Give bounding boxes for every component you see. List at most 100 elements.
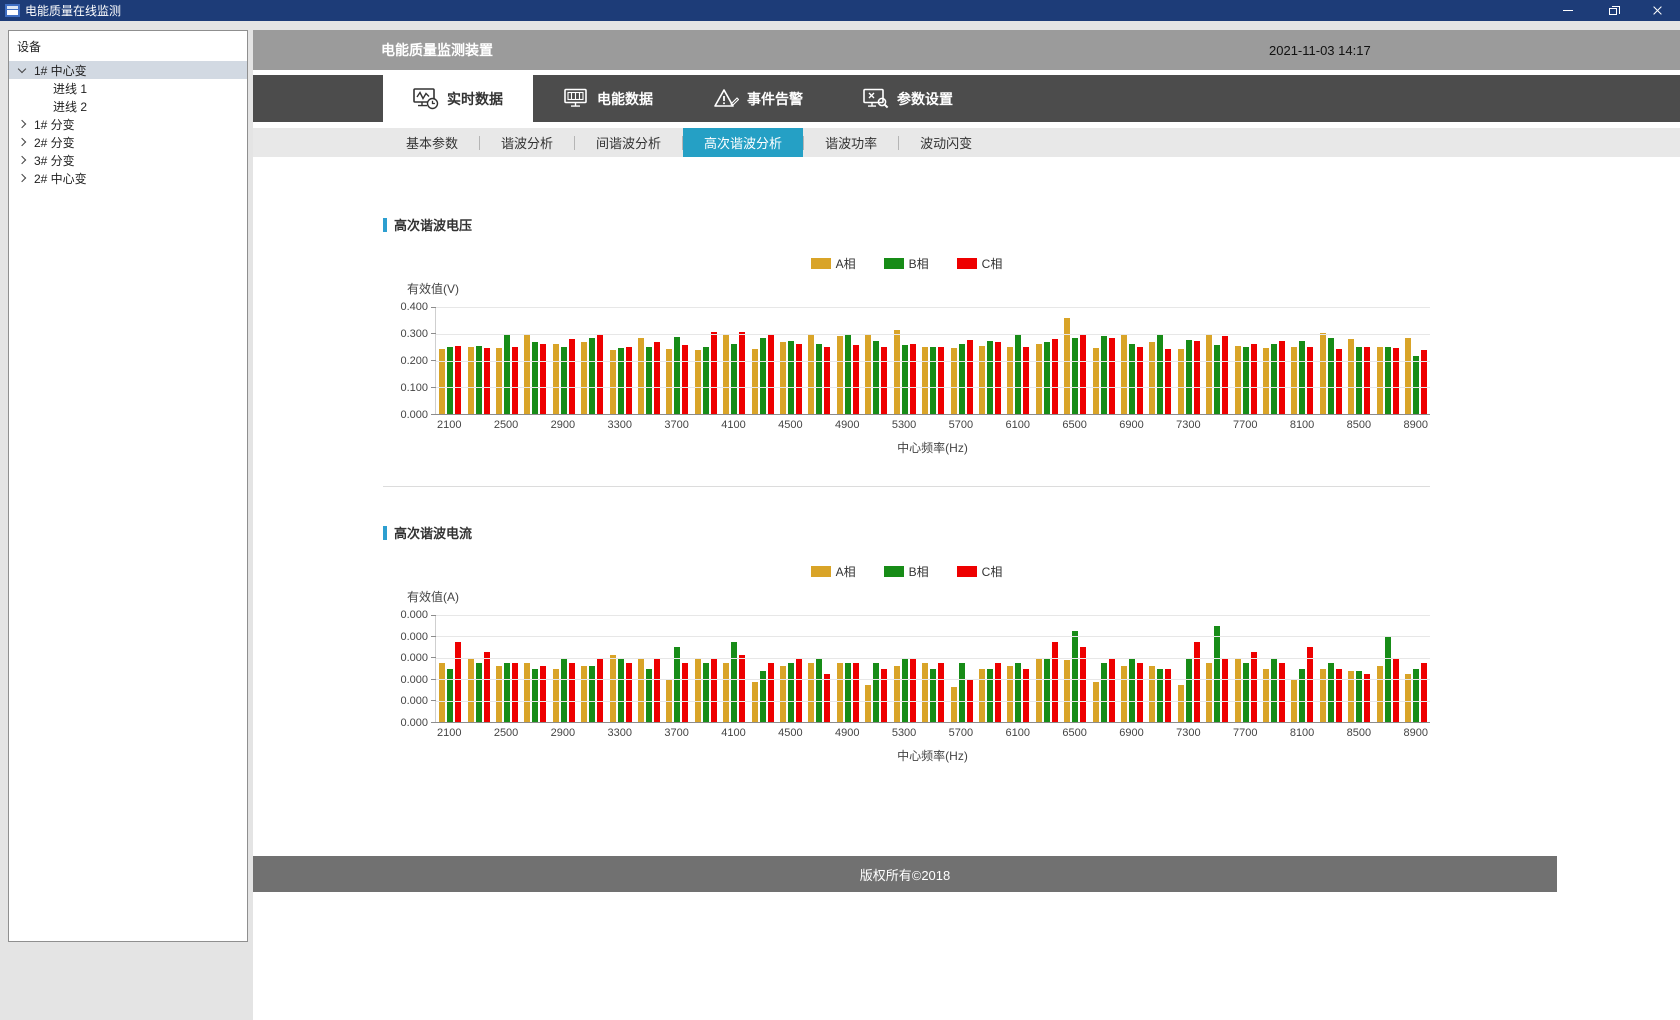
- bar-A相[interactable]: [1036, 658, 1042, 722]
- bar-B相[interactable]: [646, 347, 652, 414]
- bar-B相[interactable]: [1186, 340, 1192, 414]
- bar-A相[interactable]: [1121, 666, 1127, 722]
- bar-B相[interactable]: [845, 335, 851, 414]
- bar-B相[interactable]: [1385, 347, 1391, 414]
- bar-C相[interactable]: [768, 663, 774, 722]
- bar-C相[interactable]: [739, 655, 745, 722]
- chevron-right-icon[interactable]: [18, 156, 26, 164]
- bar-C相[interactable]: [1364, 347, 1370, 414]
- bar-B相[interactable]: [731, 642, 737, 722]
- subtab-fluctuation-flicker[interactable]: 波动闪变: [899, 128, 993, 157]
- bar-C相[interactable]: [853, 663, 859, 722]
- bar-B相[interactable]: [618, 658, 624, 722]
- bar-A相[interactable]: [1377, 347, 1383, 414]
- bar-B相[interactable]: [532, 669, 538, 723]
- bar-B相[interactable]: [1328, 663, 1334, 722]
- bar-A相[interactable]: [1405, 674, 1411, 722]
- bar-B相[interactable]: [561, 347, 567, 414]
- bar-A相[interactable]: [553, 669, 559, 723]
- chevron-right-icon[interactable]: [18, 120, 26, 128]
- bar-C相[interactable]: [1279, 341, 1285, 414]
- bar-A相[interactable]: [1121, 335, 1127, 414]
- bar-C相[interactable]: [1194, 341, 1200, 414]
- bar-C相[interactable]: [455, 642, 461, 722]
- bar-A相[interactable]: [439, 663, 445, 722]
- bar-B相[interactable]: [1413, 669, 1419, 723]
- bar-C相[interactable]: [1052, 642, 1058, 722]
- bar-B相[interactable]: [504, 663, 510, 722]
- bar-A相[interactable]: [468, 658, 474, 722]
- bar-C相[interactable]: [1194, 642, 1200, 722]
- chevron-right-icon[interactable]: [18, 138, 26, 146]
- tree-item-3-sub-transformer[interactable]: 3# 分变: [9, 151, 247, 169]
- close-button[interactable]: [1635, 0, 1680, 21]
- bar-B相[interactable]: [1271, 658, 1277, 722]
- bar-B相[interactable]: [902, 658, 908, 722]
- bar-B相[interactable]: [504, 335, 510, 414]
- bar-A相[interactable]: [979, 669, 985, 723]
- bar-C相[interactable]: [569, 339, 575, 414]
- bar-B相[interactable]: [873, 663, 879, 722]
- bar-C相[interactable]: [824, 347, 830, 414]
- bar-A相[interactable]: [752, 349, 758, 414]
- bar-C相[interactable]: [1023, 347, 1029, 414]
- bar-C相[interactable]: [1137, 347, 1143, 414]
- bar-C相[interactable]: [739, 332, 745, 414]
- bar-B相[interactable]: [1214, 626, 1220, 722]
- bar-A相[interactable]: [581, 342, 587, 414]
- bar-B相[interactable]: [1157, 669, 1163, 723]
- bar-A相[interactable]: [1377, 666, 1383, 722]
- bar-C相[interactable]: [654, 658, 660, 722]
- bar-B相[interactable]: [1129, 344, 1135, 414]
- tab-param-settings[interactable]: 参数设置: [833, 75, 983, 122]
- subtab-harmonic-analysis[interactable]: 谐波分析: [480, 128, 574, 157]
- bar-B相[interactable]: [1044, 342, 1050, 414]
- bar-A相[interactable]: [1235, 346, 1241, 414]
- bar-B相[interactable]: [476, 346, 482, 414]
- bar-C相[interactable]: [768, 335, 774, 414]
- bar-A相[interactable]: [1348, 339, 1354, 414]
- bar-A相[interactable]: [1149, 342, 1155, 414]
- bar-C相[interactable]: [597, 658, 603, 722]
- bar-B相[interactable]: [589, 338, 595, 414]
- bar-B相[interactable]: [959, 663, 965, 722]
- bar-B相[interactable]: [703, 347, 709, 414]
- bar-C相[interactable]: [711, 658, 717, 722]
- bar-B相[interactable]: [674, 337, 680, 414]
- bar-B相[interactable]: [1101, 336, 1107, 414]
- bar-A相[interactable]: [808, 663, 814, 722]
- bar-B相[interactable]: [816, 344, 822, 414]
- bar-B相[interactable]: [589, 666, 595, 722]
- bar-C相[interactable]: [910, 658, 916, 722]
- tree-item-2-sub-transformer[interactable]: 2# 分变: [9, 133, 247, 151]
- legend-item[interactable]: A相: [811, 255, 856, 272]
- bar-A相[interactable]: [496, 348, 502, 414]
- bar-A相[interactable]: [1206, 334, 1212, 414]
- bar-B相[interactable]: [1299, 341, 1305, 414]
- bar-C相[interactable]: [1052, 339, 1058, 414]
- subtab-harmonic-power[interactable]: 谐波功率: [804, 128, 898, 157]
- bar-C相[interactable]: [512, 663, 518, 722]
- bar-C相[interactable]: [1109, 338, 1115, 414]
- bar-A相[interactable]: [638, 338, 644, 414]
- bar-C相[interactable]: [484, 652, 490, 722]
- bar-B相[interactable]: [1328, 338, 1334, 414]
- bar-B相[interactable]: [1356, 347, 1362, 414]
- bar-B相[interactable]: [873, 341, 879, 414]
- bar-C相[interactable]: [1336, 669, 1342, 723]
- bar-C相[interactable]: [512, 347, 518, 414]
- bar-A相[interactable]: [1263, 669, 1269, 723]
- bar-A相[interactable]: [695, 350, 701, 414]
- bar-A相[interactable]: [439, 349, 445, 414]
- bar-A相[interactable]: [496, 666, 502, 722]
- bar-A相[interactable]: [1206, 663, 1212, 722]
- bar-C相[interactable]: [1222, 336, 1228, 414]
- tree-item-incoming-line-2[interactable]: 进线 2: [9, 97, 247, 115]
- bar-A相[interactable]: [922, 347, 928, 414]
- bar-B相[interactable]: [561, 658, 567, 722]
- bar-A相[interactable]: [979, 346, 985, 414]
- bar-C相[interactable]: [967, 340, 973, 414]
- bar-C相[interactable]: [881, 669, 887, 723]
- bar-C相[interactable]: [1307, 347, 1313, 414]
- bar-C相[interactable]: [1393, 348, 1399, 414]
